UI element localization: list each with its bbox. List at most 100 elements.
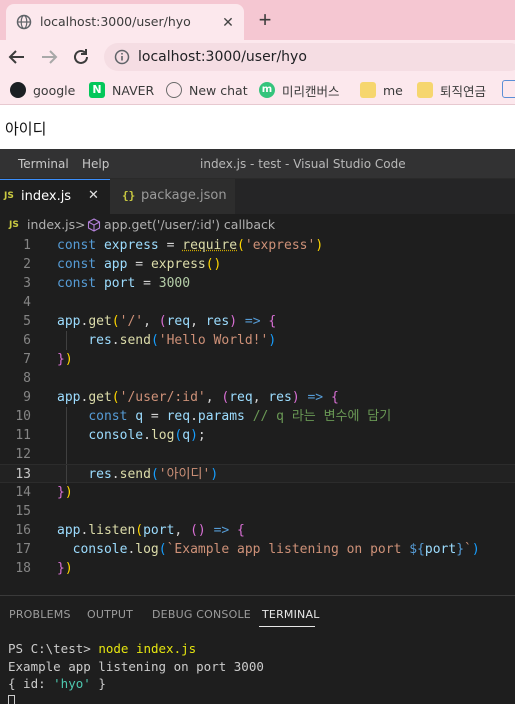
editor-tabs: JS index.js ✕ {} package.json — [0, 179, 515, 214]
vscode-window: Terminal Help index.js - test - Visual S… — [0, 149, 515, 704]
window-title: index.js - test - Visual Studio Code — [200, 157, 406, 171]
back-arrow-icon[interactable] — [6, 46, 28, 68]
tab-index-js[interactable]: JS index.js ✕ — [0, 179, 110, 214]
forward-arrow-icon[interactable] — [38, 46, 60, 68]
breadcrumb-separator: > — [75, 217, 86, 232]
line-number: 8 — [23, 371, 31, 386]
terminal-output-line: Example app listening on port 3000 — [8, 658, 264, 674]
bookmark-google[interactable]: google — [10, 80, 75, 100]
code-text: }) — [57, 485, 73, 500]
code-line: 17 console.log(`Example app listening on… — [0, 540, 515, 559]
code-text: const express = require('express') — [57, 238, 324, 253]
breadcrumb-file[interactable]: index.js — [27, 217, 75, 232]
line-number: 17 — [15, 542, 31, 557]
tab-package-json[interactable]: {} package.json — [110, 179, 235, 214]
code-line: 1 const express = require('express') — [0, 236, 515, 255]
menu-terminal[interactable]: Terminal — [18, 157, 69, 171]
reload-icon[interactable] — [70, 46, 92, 68]
code-text: const port = 3000 — [57, 276, 191, 291]
browser-tab-strip: localhost:3000/user/hyo ✕ + — [0, 0, 515, 40]
breadcrumb-symbol[interactable]: app.get('/user/:id') callback — [104, 217, 275, 232]
code-editor[interactable]: 1 const express = require('express') 2 c… — [0, 236, 515, 586]
bookmark-label: NAVER — [112, 82, 155, 98]
bookmark-label: 미리캔버스 — [282, 83, 340, 99]
code-text: const app = express() — [57, 257, 222, 272]
line-number: 16 — [15, 523, 31, 538]
menu-help[interactable]: Help — [82, 157, 109, 171]
code-line: 6 res.send('Hello World!') — [0, 331, 515, 350]
bookmark-folder-pension[interactable]: 퇴직연금 — [417, 80, 486, 100]
breadcrumb: JS index.js > app.get('/user/:id') callb… — [0, 214, 515, 236]
code-line: 7 }) — [0, 350, 515, 369]
address-url: localhost:3000/user/hyo — [138, 49, 307, 65]
page-body-text: 아이디 — [5, 120, 47, 138]
bookmark-new-chat[interactable]: New chat — [166, 80, 248, 100]
code-line: 3 const port = 3000 — [0, 274, 515, 293]
line-number: 14 — [15, 485, 31, 500]
github-icon — [10, 82, 26, 98]
line-number: 2 — [23, 257, 31, 272]
panel-tab-output[interactable]: OUTPUT — [87, 608, 133, 621]
code-line: 4 — [0, 293, 515, 312]
symbol-cube-icon — [87, 218, 101, 232]
code-text: app.listen(port, () => { — [57, 523, 245, 538]
panel-tab-debug-console[interactable]: DEBUG CONSOLE — [152, 608, 251, 621]
close-tab-icon[interactable]: ✕ — [219, 13, 237, 31]
openai-icon — [166, 82, 182, 98]
globe-icon — [16, 14, 32, 30]
code-line: 18 }) — [0, 559, 515, 578]
code-text: app.get('/', (req, res) => { — [57, 314, 277, 329]
indent-guide — [66, 445, 67, 464]
bookmark-folder-me[interactable]: me — [360, 80, 403, 100]
folder-icon — [360, 82, 376, 98]
code-line: 10 const q = req.params // q 라는 변수에 담기 — [0, 407, 515, 426]
bookmark-label: 퇴직연금 — [440, 83, 487, 99]
web-page-content: 아이디 — [0, 105, 515, 149]
panel-tab-terminal[interactable]: TERMINAL — [262, 608, 320, 621]
terminal-cursor — [8, 695, 15, 704]
javascript-file-icon: JS — [9, 220, 19, 230]
browser-tab-title: localhost:3000/user/hyo — [40, 14, 191, 29]
code-line: 15 — [0, 502, 515, 521]
new-tab-plus-icon[interactable]: + — [254, 9, 276, 32]
line-number: 13 — [15, 467, 31, 482]
line-number: 6 — [23, 333, 31, 348]
code-line: 16 app.listen(port, () => { — [0, 521, 515, 540]
site-info-icon[interactable] — [114, 49, 130, 65]
close-tab-icon[interactable]: ✕ — [88, 188, 99, 203]
json-file-icon: {} — [122, 189, 136, 202]
code-line: 5 app.get('/', (req, res) => { — [0, 312, 515, 331]
terminal-object-value: 'hyo' — [53, 676, 91, 691]
javascript-file-icon: JS — [4, 191, 14, 201]
bookmark-naver[interactable]: N NAVER — [89, 80, 154, 100]
code-text: console.log(`Example app listening on po… — [72, 542, 480, 557]
bookmarks-bar: google N NAVER New chat m 미리캔버스 me 퇴직연금 — [0, 74, 515, 105]
miricanvas-icon: m — [259, 82, 275, 98]
terminal-object-open: { id: — [8, 676, 54, 691]
line-number: 5 — [23, 314, 31, 329]
line-number: 9 — [23, 390, 31, 405]
code-text: }) — [57, 352, 73, 367]
naver-icon: N — [89, 82, 105, 98]
line-number: 1 — [23, 238, 31, 253]
code-text: }) — [57, 561, 73, 576]
bookmark-label: me — [383, 82, 403, 98]
browser-toolbar: localhost:3000/user/hyo — [0, 40, 515, 74]
tab-label: package.json — [141, 188, 227, 203]
vscode-title-bar: Terminal Help index.js - test - Visual S… — [0, 149, 515, 179]
code-line: 9 app.get('/user/:id', (req, res) => { — [0, 388, 515, 407]
bookmark-overflow-icon[interactable] — [502, 80, 515, 98]
panel-tab-problems[interactable]: PROBLEMS — [9, 608, 71, 621]
browser-tab[interactable]: localhost:3000/user/hyo ✕ — [6, 4, 244, 40]
bottom-panel: PROBLEMS OUTPUT DEBUG CONSOLE TERMINAL P… — [0, 595, 515, 704]
address-bar[interactable]: localhost:3000/user/hyo — [104, 43, 515, 71]
bookmark-miricanvas[interactable]: m 미리캔버스 — [259, 80, 340, 100]
terminal-output[interactable]: PS C:\test> node index.js Example app li… — [8, 640, 264, 704]
terminal-prompt: PS C:\test> — [8, 641, 99, 656]
line-number: 3 — [23, 276, 31, 291]
code-line: 8 — [0, 369, 515, 388]
terminal-command: node index.js — [98, 641, 197, 656]
line-number: 7 — [23, 352, 31, 367]
line-number: 10 — [15, 409, 31, 424]
code-line: 11 console.log(q); — [0, 426, 515, 445]
